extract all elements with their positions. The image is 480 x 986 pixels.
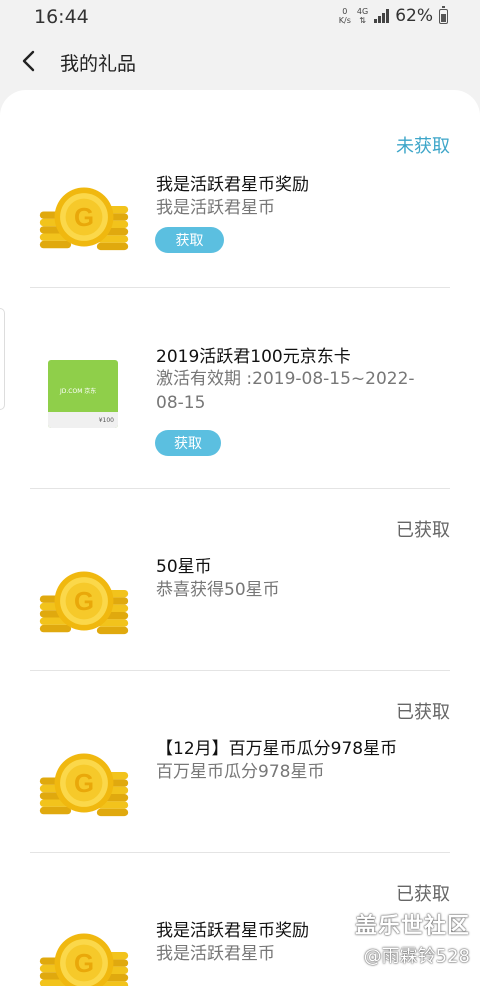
card-brand: JD.COM 京东 bbox=[60, 388, 97, 395]
divider bbox=[30, 670, 450, 671]
item-desc: 百万星币瓜分978星币 bbox=[156, 762, 325, 782]
net-speed-unit: K/s bbox=[338, 16, 351, 25]
battery-icon bbox=[439, 5, 448, 24]
net-speed-value: 0 bbox=[342, 7, 348, 16]
watermark-user: @雨霖铃528 bbox=[363, 946, 470, 967]
watermark-brand: 盖乐世社区 bbox=[354, 914, 470, 939]
item-desc: 激活有效期 :2019-08-15~2022-08-15 bbox=[156, 369, 415, 413]
status-label: 未获取 bbox=[396, 136, 450, 157]
data-arrows-icon: ⇅ bbox=[359, 16, 366, 25]
gold-coin-icon bbox=[38, 926, 130, 986]
divider bbox=[30, 852, 450, 853]
gift-list: 未获取 我是活跃君星币奖励 我是活跃君星币 获取 JD.COM 京东 ¥100 … bbox=[0, 90, 480, 986]
item-name: 50星币 bbox=[156, 557, 212, 577]
claim-button[interactable]: 获取 bbox=[155, 430, 221, 456]
signal-icon bbox=[374, 9, 390, 23]
gold-coin-icon bbox=[38, 564, 130, 638]
item-desc: 我是活跃君星币 bbox=[156, 198, 275, 218]
page-title: 我的礼品 bbox=[60, 53, 137, 75]
list-item: JD.COM 京东 ¥100 2019活跃君100元京东卡 激活有效期 :201… bbox=[30, 288, 450, 488]
app-bar: 我的礼品 bbox=[0, 34, 480, 90]
status-label: 已获取 bbox=[396, 884, 450, 905]
network-speed: 0 K/s bbox=[339, 7, 351, 25]
list-item: 未获取 我是活跃君星币奖励 我是活跃君星币 获取 bbox=[30, 128, 450, 288]
list-item: 已获取 【12月】百万星币瓜分978星币 百万星币瓜分978星币 bbox=[30, 692, 450, 852]
status-label: 已获取 bbox=[396, 520, 450, 541]
item-name: 【12月】百万星币瓜分978星币 bbox=[156, 739, 398, 759]
item-name: 我是活跃君星币奖励 bbox=[156, 175, 309, 195]
card-value: ¥100 bbox=[98, 417, 114, 424]
item-desc: 恭喜获得50星币 bbox=[156, 580, 280, 600]
edge-panel-handle[interactable] bbox=[0, 308, 5, 410]
network-type-label: 4G bbox=[356, 7, 369, 16]
status-time: 16:44 bbox=[34, 6, 89, 28]
watermark: 盖乐世社区 @雨霖铃528 bbox=[355, 908, 470, 968]
status-bar: 16:44 0 K/s 4G ⇅ 62% bbox=[0, 0, 480, 34]
claim-button[interactable]: 获取 bbox=[155, 227, 224, 253]
network-type: 4G ⇅ bbox=[357, 7, 368, 25]
back-arrow-icon[interactable] bbox=[18, 48, 44, 74]
status-label: 已获取 bbox=[396, 702, 450, 723]
item-name: 我是活跃君星币奖励 bbox=[156, 921, 309, 941]
jd-card-icon: JD.COM 京东 ¥100 bbox=[48, 360, 118, 428]
divider bbox=[30, 488, 450, 489]
gold-coin-icon bbox=[38, 746, 130, 820]
battery-percent: 62% bbox=[395, 6, 433, 26]
item-name: 2019活跃君100元京东卡 bbox=[156, 347, 351, 367]
status-icons: 0 K/s 4G ⇅ 62% bbox=[339, 5, 448, 26]
gold-coin-icon bbox=[38, 180, 130, 254]
list-item: 已获取 50星币 恭喜获得50星币 bbox=[30, 510, 450, 670]
